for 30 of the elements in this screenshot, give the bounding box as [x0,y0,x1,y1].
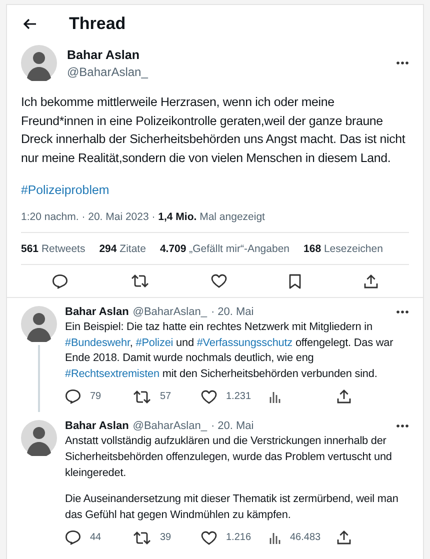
action-count: 1.216 [226,532,252,544]
post-date: · 20. Mai [210,306,254,318]
reply-text: Anstatt vollständig aufzuklären und die Verstrickungen innerhalb der Sicherheitsbehörden offenzulegen, wurde das Problem vertuscht und kleingeredet. [65,434,393,481]
post-date: · 20. Mai [210,420,254,432]
engagement-stat[interactable]: 168 Lesezeichen [304,243,383,255]
action-count: 79 [90,391,102,402]
hashtag-link[interactable]: #Verfassungsschutz [196,336,293,349]
page-title: Thread [69,14,126,34]
engagement-stat[interactable]: 561 Retweets [21,243,86,255]
reply-text: Ein Beispiel: Die taz hatte ein rechtes Netzwerk mit Mitgliedern in #Bundeswehr, #Polizei und #Verfassungsschutz offengelegt. Das war Ende 2018. Damit wurde nochmals deutlich, wie eng #Rechtsextremisten mit den Sicherheitsbehörden verbunden sind. [65,320,394,382]
hashtag-link[interactable]: #Polizei [136,336,174,349]
author-name[interactable]: Bahar Aslan [65,306,129,318]
tweet-text: Ich bekomme mittlerweile Herzrasen, wenn ich oder meine Freund*innen in eine Polizeikontrolle geraten,weil der ganze braune Dreck innerhalb der Sicherheitsbehörden uns Angst macht. Das ist nicht nur meine Realität,sondern die von vielen Menschen in diesem Land. [21,94,406,166]
timestamp-views: 1:20 nachm. · 20. Mai 2023 · 1,4 Mio. Mal angezeigt [21,199,409,233]
action-count: 46.483 [290,532,321,544]
action-count: 1.231 [226,391,252,402]
engagement-stat[interactable]: 294 Zitate [99,243,146,255]
hashtag-link[interactable]: #Bundeswehr [65,336,130,349]
reply-text: Die Auseinandersetzung mit dieser Thematik ist zermürbend, weil man das Gefühl hat gegen Windmühlen zu kämpfen. [65,492,400,523]
author-name[interactable]: Bahar Aslan [65,420,129,432]
engagement-stat[interactable]: 4.709 „Gefällt mir“-Angaben [160,243,290,255]
author-handle[interactable]: @BaharAslan_ [132,306,207,318]
action-count: 57 [160,391,172,402]
hashtag-link[interactable]: #Polizeiproblem [21,183,110,197]
hashtag-link[interactable]: #Rechtsextremisten [65,368,160,380]
author-handle[interactable]: @BaharAslan_ [67,64,386,78]
author-name[interactable]: Bahar Aslan [67,48,386,62]
action-count: 44 [90,532,102,544]
author-handle[interactable]: @BaharAslan_ [132,420,207,432]
action-count: 39 [160,532,172,544]
